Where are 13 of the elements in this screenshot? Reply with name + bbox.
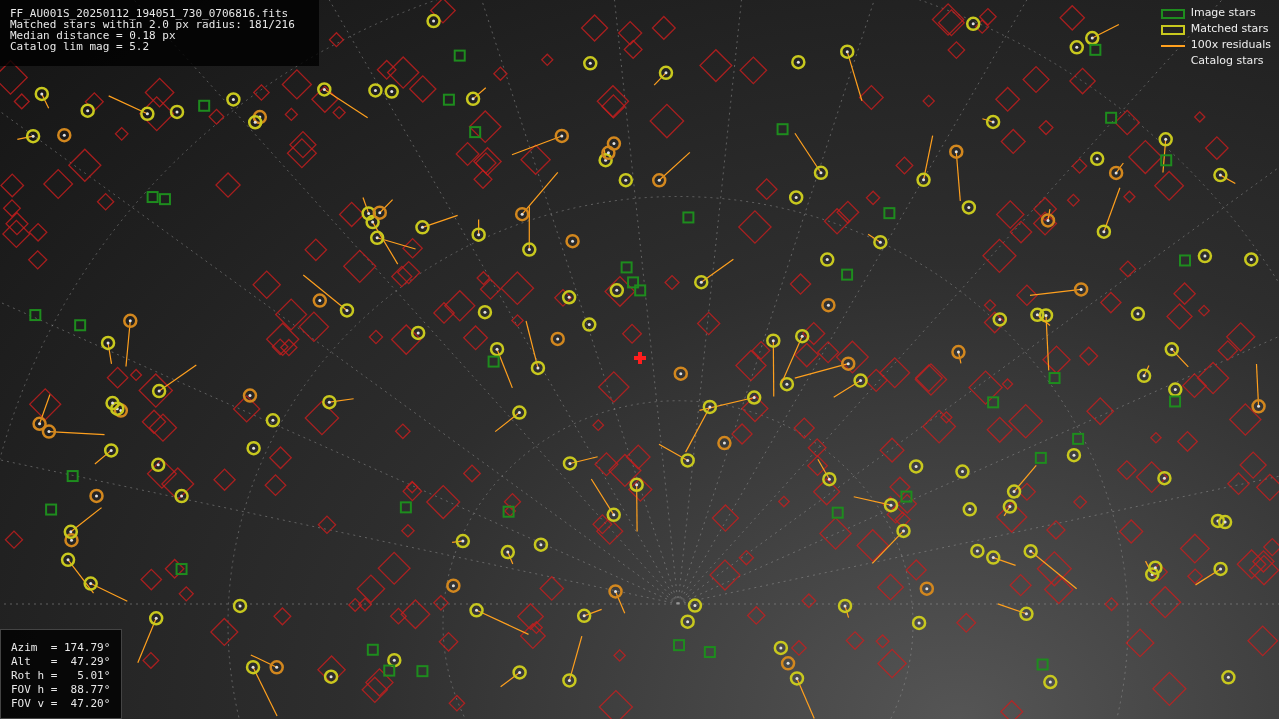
pointing-text: FOV h = 88.77° — [11, 683, 111, 697]
info-text: Catalog lim mag = 5.2 — [10, 41, 151, 52]
info-text: Median distance = 0.18 px — [10, 30, 176, 41]
pointing-text: Azim = 174.79° — [11, 641, 111, 655]
legend-label: 100x residuals — [1190, 37, 1271, 54]
legend-label: Image stars — [1190, 5, 1256, 22]
info-text: FF_AU001S_20250112_194051_730_0706816.fits — [10, 8, 290, 19]
legend-label: Matched stars — [1190, 21, 1269, 38]
pointing-text: FOV v = 47.20° — [11, 697, 111, 711]
pointing-text: Rot h = 5.01° — [11, 669, 111, 683]
info-text: Matched stars within 2.0 px radius: 181/216 — [10, 19, 296, 30]
pointing-text: Alt = 47.29° — [11, 655, 111, 669]
legend-label: Catalog stars — [1190, 53, 1264, 70]
